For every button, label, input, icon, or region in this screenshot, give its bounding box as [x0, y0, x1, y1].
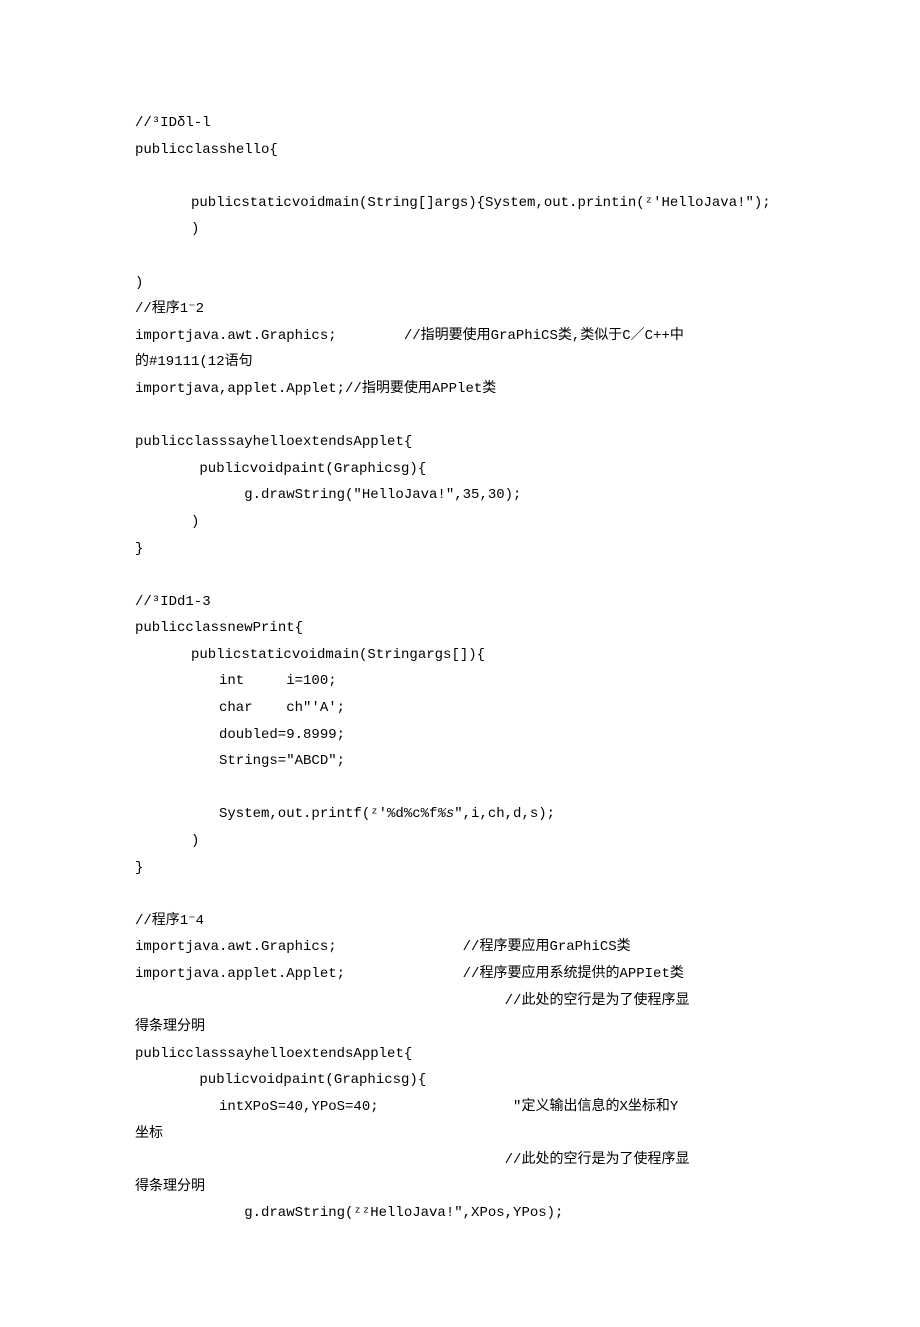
format-specifier: %s [437, 806, 454, 822]
code-line-6: ) [135, 270, 785, 297]
code-listing: //³IDδl-lpublicclasshello{ publicstaticv… [135, 110, 785, 1227]
code-line-27: ) [135, 828, 785, 855]
code-line-18: //³IDd1-3 [135, 589, 785, 616]
code-line-15: ) [135, 509, 785, 536]
code-line-30: //程序1⁻4 [135, 908, 785, 935]
code-line-39: //此处的空行是为了使程序显 [135, 1147, 785, 1174]
code-line-22: char ch″'A'; [135, 695, 785, 722]
code-line-24: Strings=″ABCD″; [135, 748, 785, 775]
code-line-8: importjava.awt.Graphics; //指明要使用GraPhiCS… [135, 323, 785, 350]
code-line-11 [135, 403, 785, 430]
code-line-36: publicvoidpaint(Graphicsg){ [135, 1067, 785, 1094]
code-line-35: publicclasssayhelloextendsApplet{ [135, 1041, 785, 1068]
code-line-33: //此处的空行是为了使程序显 [135, 988, 785, 1015]
code-line-14: g.drawString(″HelloJava!″,35,30); [135, 482, 785, 509]
code-line-5 [135, 243, 785, 270]
code-line-34: 得条理分明 [135, 1014, 785, 1041]
code-line-40: 得条理分明 [135, 1174, 785, 1201]
code-line-26: System,out.printf(ᶻ'%d%c%f%s″,i,ch,d,s); [135, 801, 785, 828]
code-line-1: publicclasshello{ [135, 137, 785, 164]
code-line-20: publicstaticvoidmain(Stringargs[]){ [135, 642, 785, 669]
code-line-4: ) [135, 216, 785, 243]
code-line-37: intXPoS=40,YPoS=40; ″定义输出信息的X坐标和Y [135, 1094, 785, 1121]
code-line-10: importjava,applet.Applet;//指明要使用APPlet类 [135, 376, 785, 403]
code-line-3: publicstaticvoidmain(String[]args){Syste… [135, 190, 785, 217]
code-line-41: g.drawString(ᶻᶻHelloJava!″,XPos,YPos); [135, 1200, 785, 1227]
code-line-38: 坐标 [135, 1121, 785, 1148]
code-line-12: publicclasssayhelloextendsApplet{ [135, 429, 785, 456]
code-line-0: //³IDδl-l [135, 110, 785, 137]
code-line-19: publicclassnewPrint{ [135, 615, 785, 642]
code-line-32: importjava.applet.Applet; //程序要应用系统提供的AP… [135, 961, 785, 988]
code-line-2 [135, 163, 785, 190]
code-line-29 [135, 881, 785, 908]
code-line-17 [135, 562, 785, 589]
code-line-9: 的#19111(12语句 [135, 349, 785, 376]
code-line-31: importjava.awt.Graphics; //程序要应用GraPhiCS… [135, 934, 785, 961]
document-page: //³IDδl-lpublicclasshello{ publicstaticv… [0, 0, 920, 1327]
code-line-13: publicvoidpaint(Graphicsg){ [135, 456, 785, 483]
code-line-21: int i=100; [135, 668, 785, 695]
code-line-28: } [135, 855, 785, 882]
code-line-25 [135, 775, 785, 802]
code-line-23: doubled=9.8999; [135, 722, 785, 749]
code-line-16: } [135, 536, 785, 563]
code-line-7: //程序1⁻2 [135, 296, 785, 323]
